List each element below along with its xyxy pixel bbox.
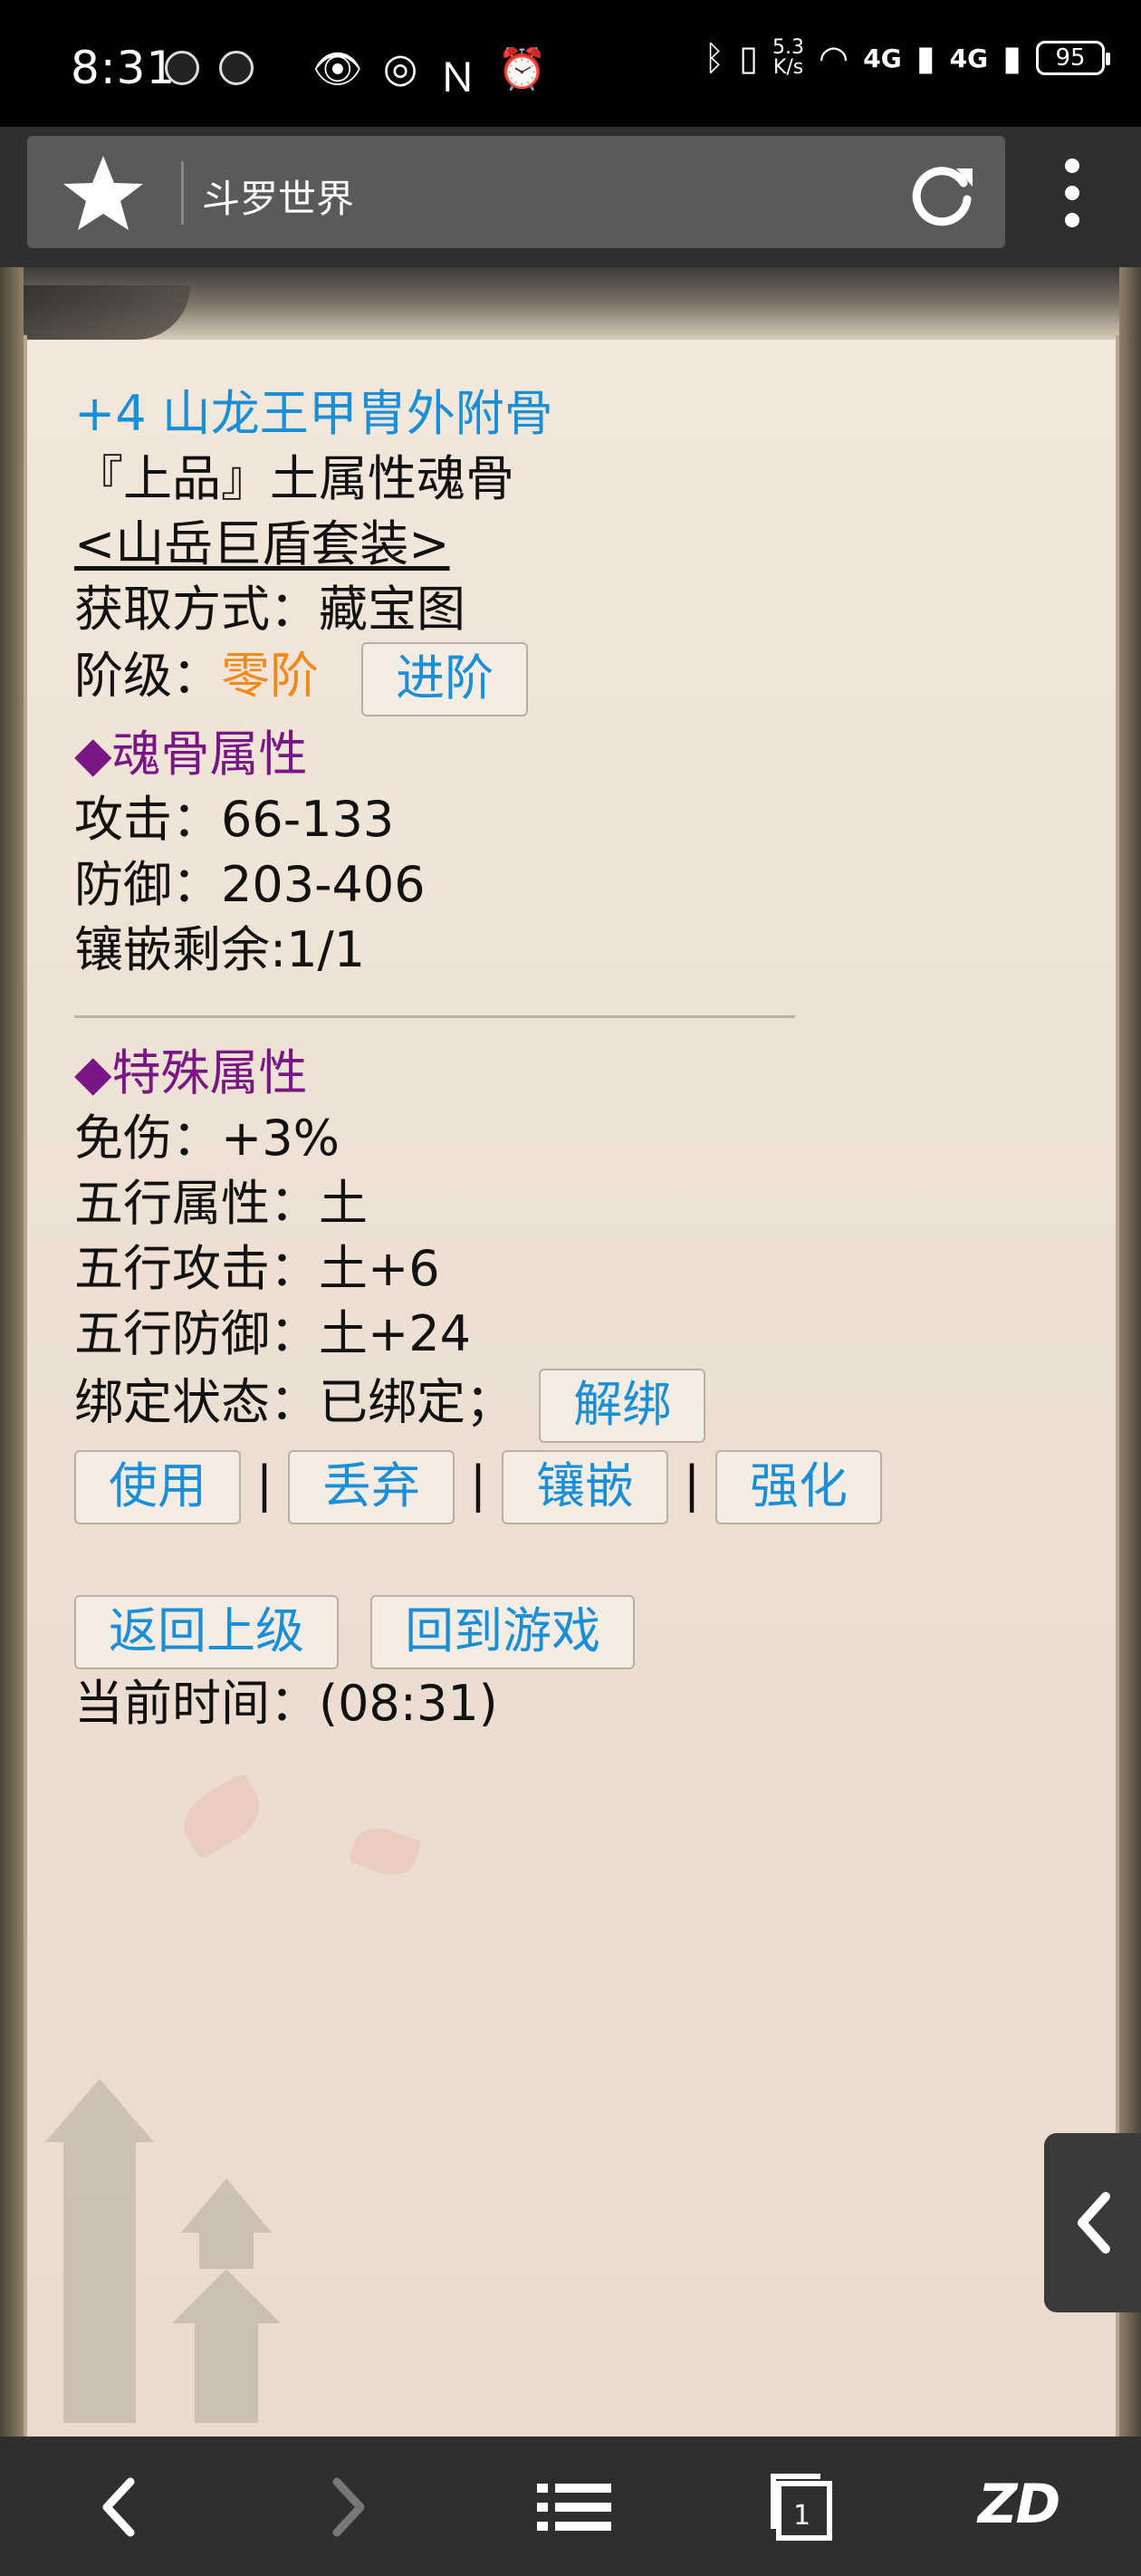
status-right-icons: ᛒ ▯ 5.3 K/s ◠ 4G ▮ 4G ▮ 95 [704,38,1110,78]
element-defense-row: 五行防御：土+24 [74,1305,471,1363]
forward-arrow-icon[interactable] [306,2471,388,2543]
action-separator: | [469,1455,487,1513]
inlay-row: 镶嵌剩余:1/1 [74,921,365,979]
sim1-label: 4G [863,43,902,73]
element-defense-label: 五行防御： [74,1305,319,1362]
action-separator: | [255,1455,273,1513]
defense-label: 防御： [74,856,221,913]
element-value: 土 [319,1175,368,1232]
back-button[interactable]: 返回上级 [74,1595,339,1669]
signal-icon: ▮ [916,38,935,78]
soul-bone-heading: ◆魂骨属性 [74,726,308,783]
status-feature-icons: 👁 ◎ Ｎ ⏰ [312,45,547,103]
defense-value: 203-406 [221,856,426,913]
reload-icon[interactable] [904,156,980,232]
damage-reduction-value: +3% [221,1110,340,1167]
set-link[interactable]: <山岳巨盾套装> [74,515,450,573]
star-icon[interactable] [53,150,154,234]
petal-decoration [347,1820,423,1883]
status-bar: 8:31 👁 ◎ Ｎ ⏰ ᛒ ▯ 5.3 K/s ◠ 4G ▮ 4G ▮ 95 [0,0,1141,127]
damage-reduction-row: 免伤：+3% [74,1110,340,1168]
action-row: 使用 | 丢弃 | 镶嵌 | 强化 [74,1450,882,1524]
inlay-value: 1/1 [286,921,366,978]
element-defense-value: 土+24 [319,1305,471,1362]
element-label: 五行属性： [74,1175,319,1232]
url-divider [181,161,184,225]
discard-button[interactable]: 丢弃 [288,1450,455,1524]
time-label: 当前时间： [74,1675,319,1732]
bind-label: 绑定状态： [74,1373,319,1431]
item-title: +4 山龙王甲胄外附骨 [74,385,553,442]
special-attrs-heading: ◆特殊属性 [74,1044,308,1101]
list-menu-icon[interactable] [530,2471,620,2543]
use-button[interactable]: 使用 [74,1450,241,1524]
eye-icon: 👁 [312,46,363,92]
source-label: 获取方式： [74,581,319,638]
side-drawer-handle[interactable] [1044,2133,1141,2312]
navigation-row: 返回上级 回到游戏 [74,1595,636,1669]
url-bar[interactable]: 斗罗世界 [27,136,1005,248]
item-quality: 『上品』土属性魂骨 [74,450,514,507]
element-attack-value: 土+6 [319,1240,440,1297]
rank-row: 阶级：零阶 进阶 [74,642,529,716]
section-divider [74,1015,795,1018]
overflow-menu-icon[interactable] [1054,159,1090,227]
game-page: +4 山龙王甲胄外附骨 『上品』土属性魂骨 <山岳巨盾套装> 获取方式：藏宝图 … [0,267,1141,2437]
source-row: 获取方式：藏宝图 [74,581,465,639]
bind-value: 已绑定； [319,1373,514,1431]
app-notification-icon [219,51,254,85]
notification-icons [165,51,254,85]
return-game-button[interactable]: 回到游戏 [370,1595,636,1669]
tabs-count: 1 [793,2500,811,2532]
status-time: 8:31 [71,42,177,94]
action-separator: | [683,1455,701,1513]
element-attack-label: 五行攻击： [74,1240,319,1297]
signal-icon: ▮ [1002,38,1021,78]
hotspot-icon: ◎ [382,45,418,91]
rank-value: 零阶 [221,647,319,705]
source-value: 藏宝图 [319,581,465,638]
scroll-frame-left [0,267,24,2437]
sim2-label: 4G [949,43,989,73]
attack-value: 66-133 [221,791,395,848]
current-time-row: 当前时间：(08:31) [74,1675,498,1733]
enhance-button[interactable]: 强化 [715,1450,882,1524]
battery-indicator: 95 [1036,41,1110,75]
unbind-button[interactable]: 解绑 [539,1369,706,1443]
petal-decoration [173,1772,271,1860]
attack-label: 攻击： [74,791,221,848]
inner-border-right [1116,335,1119,2437]
element-attack-row: 五行攻击：土+6 [74,1240,440,1298]
time-value: (08:31) [319,1675,498,1732]
advance-button[interactable]: 进阶 [361,642,529,716]
scroll-frame-right [1119,267,1141,2437]
scroll-frame-ornament [18,285,190,340]
alarm-icon: ⏰ [497,46,548,92]
wifi-icon: ◠ [819,38,849,78]
net-speed-unit: K/s [772,56,804,79]
attack-row: 攻击：66-133 [74,791,394,849]
app-notification-icon [165,51,199,85]
zd-logo[interactable]: ZD [978,2473,1060,2536]
site-title: 斗罗世界 [202,177,355,221]
inlay-button[interactable]: 镶嵌 [502,1450,668,1524]
damage-reduction-label: 免伤： [74,1110,221,1167]
bind-status-row: 绑定状态：已绑定； 解绑 [74,1369,706,1443]
rank-label: 阶级： [74,647,221,705]
defense-row: 防御：203-406 [74,856,426,914]
tabs-icon[interactable]: 1 [761,2465,842,2541]
nfc-icon: Ｎ [437,55,478,101]
element-row: 五行属性：土 [74,1175,368,1233]
net-speed: 5.3 K/s [772,38,804,78]
vibrate-icon: ▯ [739,38,759,78]
chevron-left-icon [1078,2192,1110,2254]
inlay-label: 镶嵌剩余: [74,921,287,978]
net-speed-value: 5.3 [772,36,805,59]
back-arrow-icon[interactable] [80,2471,161,2543]
pagoda-silhouette [45,2079,281,2423]
bluetooth-icon: ᛒ [704,38,725,78]
